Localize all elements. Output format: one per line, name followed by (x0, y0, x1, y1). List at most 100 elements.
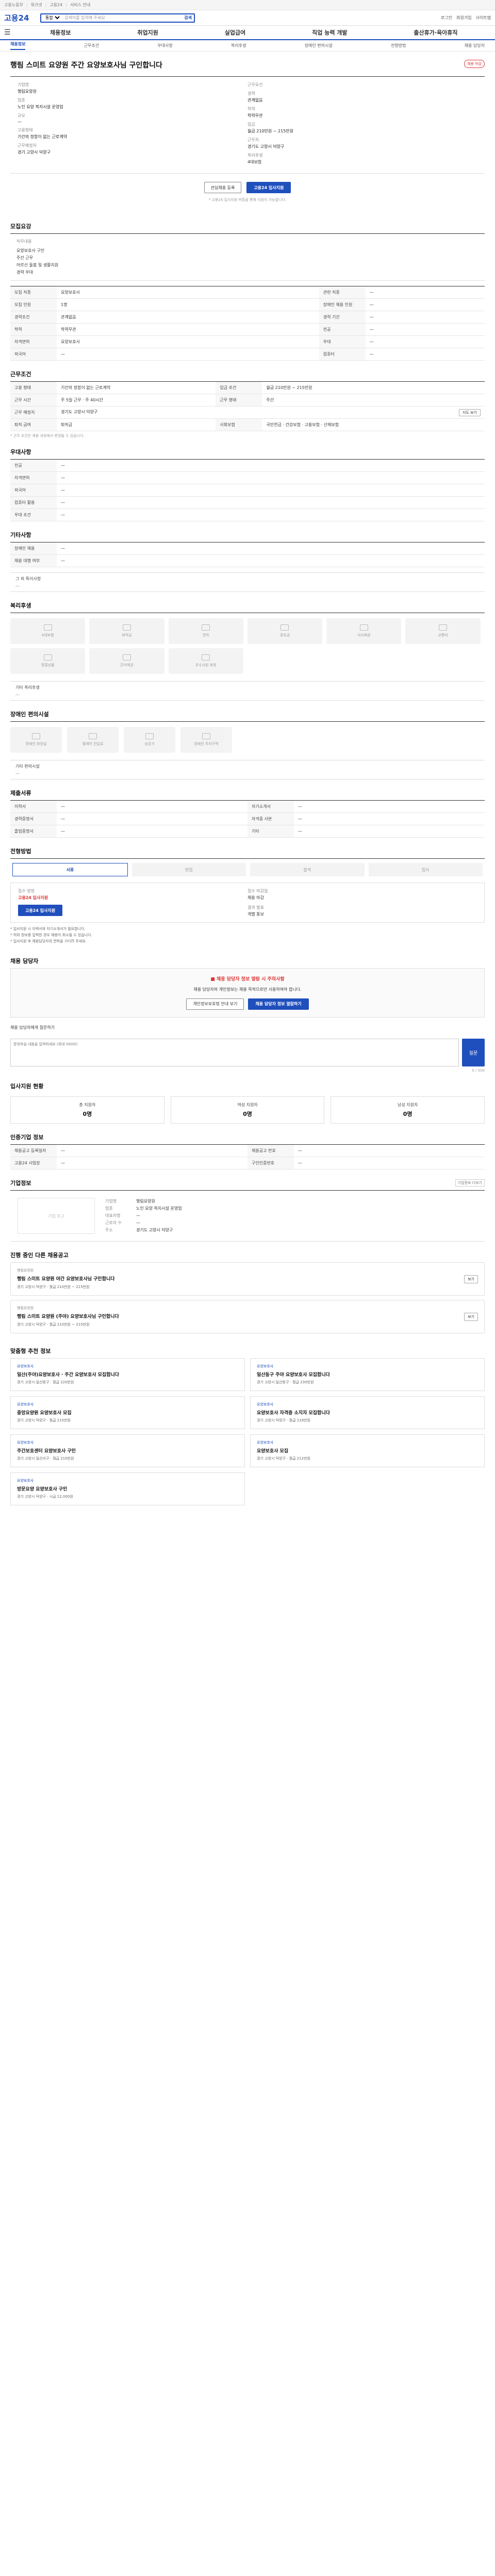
gnb-item[interactable]: 직업 능력 개발 (309, 28, 350, 37)
header-link[interactable]: 사이트맵 (476, 15, 491, 21)
section-title: 제출서류 (10, 790, 31, 796)
job-summary: 기업명 행림요양원 업종 노인 요양 복지시설 운영업 규모 — 고용형태 기간의 정함이 없… (10, 76, 485, 174)
row-label: 모집 인원 (10, 298, 57, 311)
row-value: — (294, 800, 485, 813)
process-step: 서류 (12, 863, 128, 876)
section-tab[interactable]: 채용정보 (10, 41, 26, 50)
search-bar[interactable]: 통합 검색어를 입력해 주세요 검색 (40, 13, 195, 23)
section-tab[interactable]: 채용 담당자 (465, 43, 485, 48)
row-value: — (365, 335, 485, 348)
company-label: 기업명 (105, 1199, 117, 1204)
recommend-card[interactable]: 요양보호사 중앙요양원 요양보호사 모집 경기 고양시 덕양구 · 월급 215만원 (10, 1396, 245, 1429)
bookmark-button[interactable]: 관심채용 등록 (204, 182, 242, 193)
recommend-meta: 경기 고양시 덕양구 · 월급 218만원 (257, 1418, 310, 1422)
row-value: — (57, 800, 248, 813)
view-contact-button[interactable]: 채용 담당자 정보 열람하기 (248, 998, 309, 1010)
section-title: 인증기업 정보 (10, 1134, 44, 1141)
other-job-card[interactable]: 행림요양원 행림 스미트 요양원 야간 요양보호사님 구인합니다 경기 고양시 덕양… (10, 1262, 485, 1296)
row-value: — (57, 496, 485, 509)
recommend-card[interactable]: 요양보호사 주간보호센터 요양보호사 구인 경기 고양시 일산서구 · 월급 210… (10, 1434, 245, 1467)
section-tab[interactable]: 장애인 편의시설 (305, 43, 333, 48)
view-job-button[interactable]: 보기 (464, 1275, 478, 1283)
welfare-label: 경조금 (279, 633, 290, 637)
gnb-item[interactable]: 채용정보 (47, 28, 74, 37)
row-label: 경력조건 (10, 311, 57, 324)
section-title: 전형방법 (10, 848, 31, 855)
recommend-card[interactable]: 요양보호사 요양보호사 자격증 소지자 모집합니다 경기 고양시 덕양구 · 월급 … (250, 1396, 485, 1429)
row-label: 자격증 사본 (248, 812, 294, 825)
inquiry-send-button[interactable]: 질문 (462, 1039, 485, 1066)
summary-label: 기업명 (18, 82, 29, 87)
recruit-table: 모집 직종 요양보호사 관련 직종 — 모집 인원 1명 장애인 채용 인원 — 경력조건 관계없… (10, 286, 485, 361)
company-row: 업종 노인 요양 복지시설 운영업 (105, 1205, 477, 1212)
topbar-link[interactable]: 고용노동부 (4, 2, 23, 8)
job-meta: 경기 고양시 덕양구 · 월급 210만원 ~ 215만원 (17, 1323, 90, 1327)
company-value: 경기도 고양시 덕양구 (136, 1228, 173, 1232)
apply-button-2[interactable]: 고용24 입사지원 (18, 905, 63, 916)
row-value: — (57, 542, 485, 555)
summary-value: 관계없음 (248, 98, 263, 103)
row-label: 모집 직종 (10, 286, 57, 299)
summary-label: 근무지 (248, 138, 259, 142)
section-tab[interactable]: 전형방법 (391, 43, 406, 48)
topbar-link[interactable]: 서비스 안내 (70, 2, 90, 8)
welfare-item: 식사제공 (326, 618, 402, 644)
map-button[interactable]: 지도 보기 (459, 409, 481, 416)
gnb-item[interactable]: 출산휴가·육아휴직 (410, 28, 460, 37)
search-scope-select[interactable]: 통합 (43, 15, 61, 21)
table-row: 모집 인원 1명 장애인 채용 인원 — (10, 298, 485, 311)
topbar-link[interactable]: 워크넷 (31, 2, 42, 8)
facility-label: 장애인 주차구역 (194, 742, 219, 746)
table-row: 자격면허 — (10, 471, 485, 484)
summary-label: 학력 (248, 107, 255, 111)
recommend-card[interactable]: 요양보호사 일산(주야)요양보호사 · 주간 요양보호사 모집합니다 경기 고양시 … (10, 1358, 245, 1391)
company-label: 주소 (105, 1228, 113, 1232)
row-value: — (57, 459, 485, 472)
table-row: 고용 형태 기간의 정함이 없는 근로계약 임금 조건 월급 210만원 ~ 215만… (10, 381, 485, 394)
menu-icon[interactable]: ☰ (4, 28, 11, 37)
section-title: 채용 담당자 (10, 958, 39, 964)
site-logo[interactable]: 고용24 (4, 12, 40, 23)
search-input[interactable]: 검색어를 입력해 주세요 (64, 15, 105, 21)
conditions-table: 고용 형태 기간의 정함이 없는 근로계약 임금 조건 월급 210만원 ~ 215만… (10, 381, 485, 431)
inquiry-textarea[interactable] (10, 1039, 459, 1066)
deadline: 채용 마감 (248, 895, 264, 900)
recommend-card[interactable]: 요양보호사 요양보호사 모집 경기 고양시 덕양구 · 월급 212만원 (250, 1434, 485, 1467)
privacy-guide-button[interactable]: 개인정보보호법 안내 보기 (186, 998, 244, 1010)
recommend-card[interactable]: 요양보호사 일산동구 주야 요양보호사 모집합니다 경기 고양시 일산동구 · 월급… (250, 1358, 485, 1391)
recommend-meta: 경기 고양시 일산동구 · 월급 220만원 (17, 1380, 74, 1384)
section-tab[interactable]: 복리후생 (231, 43, 246, 48)
gnb-item[interactable]: 취업지원 (134, 28, 161, 37)
site-header: 고용24 통합 검색어를 입력해 주세요 검색 로그인 회원가입 사이트맵 (0, 10, 495, 26)
row-label: 졸업증명서 (10, 825, 57, 838)
row-label: 전공 (319, 323, 366, 336)
topbar-link[interactable]: 고용24 (50, 2, 62, 8)
welfare-label: 연차 (202, 633, 209, 637)
row-value: 학력무관 (57, 323, 319, 336)
row-label: 자격면허 (10, 471, 57, 484)
company-more-button[interactable]: 기업정보 더보기 (455, 1179, 485, 1187)
header-link[interactable]: 회원가입 (456, 15, 471, 21)
section-tab[interactable]: 우대사항 (157, 43, 172, 48)
header-link[interactable]: 로그인 (441, 15, 452, 21)
table-row: 졸업증명서 — 기타 — (10, 825, 485, 838)
recommend-tag: 요양보호사 (257, 1364, 274, 1368)
other-job-card[interactable]: 행림요양원 행림 스미트 요양원 (주야) 요양보호사님 구인합니다 경기 고양시 … (10, 1300, 485, 1333)
row-value: — (57, 1157, 248, 1170)
search-button[interactable]: 검색 (184, 15, 192, 21)
view-job-button[interactable]: 보기 (464, 1312, 478, 1321)
apply-button[interactable]: 고용24 입사지원 (246, 182, 291, 193)
summary-item: 학력 학력무관 (248, 106, 477, 118)
gnb-item[interactable]: 실업급여 (222, 28, 249, 37)
company-value: 노인 요양 복지시설 운영업 (136, 1206, 182, 1211)
row-value: 관계없음 (57, 311, 319, 324)
section-tab[interactable]: 근무조건 (84, 43, 99, 48)
row-value: — (57, 825, 248, 838)
row-label: 전공 (10, 459, 57, 472)
note-line: * 입사지원 후 채용담당자의 연락을 기다려 주세요. (10, 939, 87, 943)
recommend-card[interactable]: 요양보호사 방문요양 요양보호사 구인 경기 고양시 덕양구 · 시급 12,000… (10, 1472, 245, 1505)
row-label: 장애인 채용 (10, 542, 57, 555)
process-notes: * 입사지원 시 이력서와 자기소개서가 필요합니다. * 허위 정보를 입력한 … (10, 923, 485, 947)
section-title: 기타사항 (10, 532, 31, 538)
stats-section: 입사지원 현황 총 지원자 0명 여성 지원자 0명 남성 지원자 0명 (0, 1075, 495, 1126)
